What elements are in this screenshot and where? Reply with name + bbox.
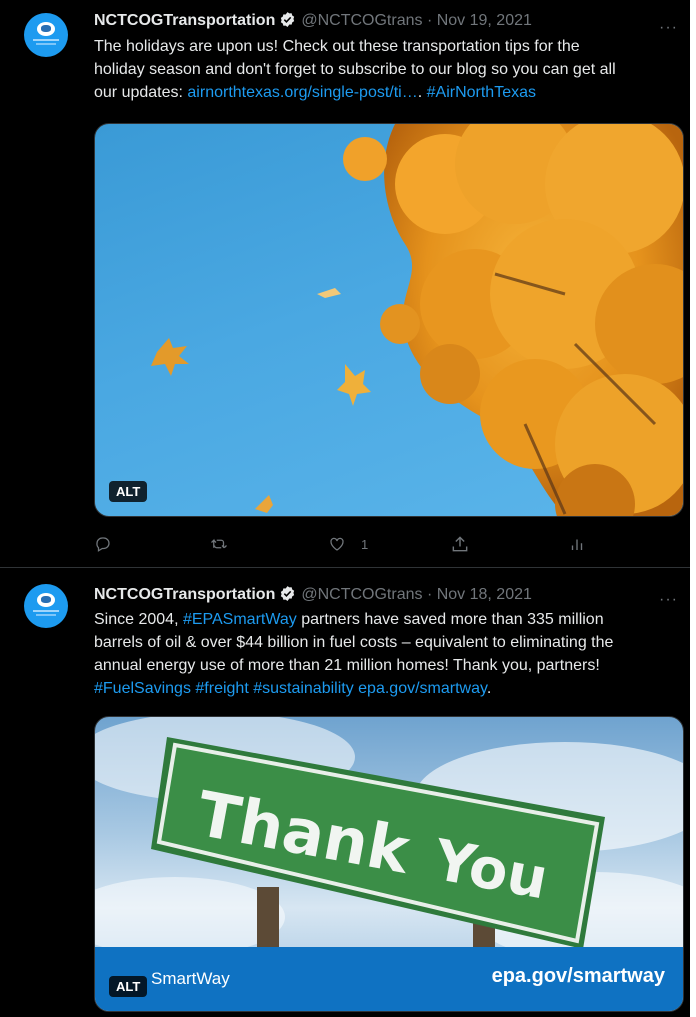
author-name[interactable]: NCTCOGTransportation bbox=[94, 12, 275, 29]
tweet-text-line: The holidays are upon us! Check out thes… bbox=[94, 38, 580, 55]
tweet-header: NCTCOGTransportation @NCTCOGtrans · Nov 1… bbox=[94, 10, 532, 32]
reply-icon bbox=[96, 537, 110, 552]
analytics-button[interactable] bbox=[568, 532, 586, 556]
smartway-link[interactable]: epa.gov/smartway bbox=[358, 680, 487, 697]
tweet-text-line: barrels of oil & over $44 billion in fue… bbox=[94, 634, 614, 651]
smartway-logo: SmartWay bbox=[151, 969, 230, 988]
verified-badge-icon bbox=[279, 585, 296, 609]
separator-dot: · bbox=[426, 12, 433, 29]
hashtag-links[interactable]: #FuelSavings #freight #sustainability bbox=[94, 680, 354, 697]
tweet-text: The holidays are upon us! Check out thes… bbox=[94, 35, 674, 104]
like-button[interactable]: 1 bbox=[327, 532, 368, 556]
timeline: NCTCOGTransportation @NCTCOGtrans · Nov 1… bbox=[0, 0, 690, 1017]
author-handle[interactable]: @NCTCOGtrans bbox=[301, 12, 422, 29]
smartway-banner: SmartWay epa.gov/smartway bbox=[95, 947, 683, 1011]
tweet-text-line: #FuelSavings #freight #sustainability ep… bbox=[94, 677, 674, 700]
tweet-text: Since 2004, #EPASmartWay partners have s… bbox=[94, 608, 674, 700]
share-button[interactable] bbox=[450, 532, 470, 556]
avatar[interactable] bbox=[24, 13, 68, 57]
verified-badge-icon bbox=[279, 11, 296, 35]
tweet-divider bbox=[0, 567, 690, 568]
smartway-url: epa.gov/smartway bbox=[491, 965, 665, 987]
separator-dot: · bbox=[426, 586, 433, 603]
analytics-icon bbox=[571, 539, 583, 550]
share-icon bbox=[452, 536, 468, 552]
tweet-actions: 1 bbox=[94, 532, 674, 556]
retweet-button[interactable] bbox=[209, 532, 243, 556]
hashtag-link[interactable]: #EPASmartWay bbox=[183, 611, 297, 628]
tweet-image-autumn-leaves[interactable]: ALT bbox=[94, 123, 684, 517]
tweet-text-segment: . bbox=[486, 680, 492, 697]
more-options-icon[interactable]: ··· bbox=[659, 20, 678, 36]
heart-icon bbox=[330, 537, 344, 551]
tweet-date[interactable]: Nov 18, 2021 bbox=[437, 586, 532, 603]
tweet-text-line: our updates: airnorthtexas.org/single-po… bbox=[94, 81, 674, 104]
tweet-header: NCTCOGTransportation @NCTCOGtrans · Nov 1… bbox=[94, 584, 532, 606]
reply-button[interactable] bbox=[94, 532, 126, 556]
more-options-icon[interactable]: ··· bbox=[659, 592, 678, 608]
tweet-text-line: Since 2004, #EPASmartWay partners have s… bbox=[94, 608, 674, 631]
alt-text-badge[interactable]: ALT bbox=[109, 976, 148, 997]
tweet-text-segment: Since 2004, bbox=[94, 611, 183, 628]
author-handle[interactable]: @NCTCOGtrans bbox=[301, 586, 422, 603]
tweet-image-thank-you-sign[interactable]: Thank You SmartWay epa.gov/smartway ALT bbox=[94, 716, 684, 1012]
tweet-text-segment: our updates: bbox=[94, 84, 188, 101]
tweet-date[interactable]: Nov 19, 2021 bbox=[437, 12, 532, 29]
autumn-tree-illustration bbox=[151, 124, 683, 516]
tweet-text-segment: . bbox=[417, 84, 427, 101]
blog-link[interactable]: airnorthtexas.org/single-post/ti… bbox=[187, 84, 417, 101]
retweet-icon bbox=[211, 538, 227, 549]
alt-text-badge[interactable]: ALT bbox=[109, 481, 148, 502]
hashtag-link[interactable]: #AirNorthTexas bbox=[427, 84, 536, 101]
avatar[interactable] bbox=[24, 584, 68, 628]
author-name[interactable]: NCTCOGTransportation bbox=[94, 586, 275, 603]
tweet-text-line: annual energy use of more than 21 millio… bbox=[94, 657, 600, 674]
like-count: 1 bbox=[361, 536, 369, 552]
tweet-text-segment: partners have saved more than 335 millio… bbox=[296, 611, 604, 628]
tweet-text-line: holiday season and don't forget to subsc… bbox=[94, 61, 616, 78]
